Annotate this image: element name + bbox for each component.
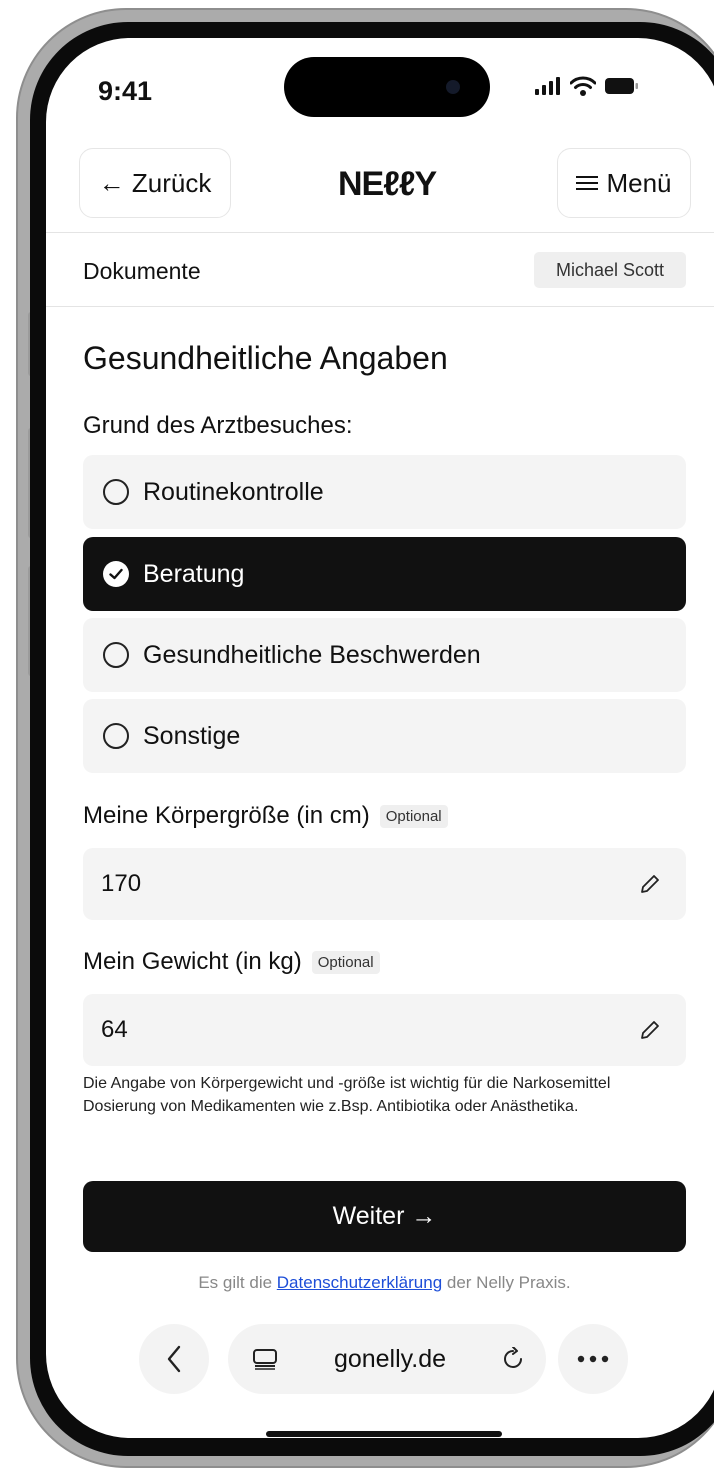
nelly-logo: NEℓℓY [338, 165, 437, 203]
back-label: ← Zurück [98, 167, 212, 198]
continue-button[interactable]: Weiter → [83, 1181, 686, 1252]
option-beratung[interactable]: Beratung [83, 537, 686, 611]
weight-input[interactable]: 64 [83, 994, 686, 1066]
option-routinekontrolle[interactable]: Routinekontrolle [83, 455, 686, 529]
url-text: gonelly.de [333, 1344, 447, 1373]
height-input[interactable]: 170 [83, 848, 686, 920]
more-button[interactable] [558, 1324, 628, 1394]
status-time: 9:41 [98, 76, 153, 106]
radio-icon [103, 479, 129, 505]
option-sonstige[interactable]: Sonstige [83, 699, 686, 773]
header-divider [46, 232, 714, 233]
weight-label: Mein Gewicht (in kg) [83, 948, 302, 975]
status-icons [535, 76, 639, 96]
browser-back-button[interactable] [139, 1324, 209, 1394]
form-title: Gesundheitliche Angaben [83, 340, 448, 376]
height-label-row: Meine Körpergröße (in cm) Optional [83, 802, 448, 830]
chevron-left-icon [167, 1345, 181, 1373]
radio-icon [103, 723, 129, 749]
menu-button[interactable]: Menü [557, 148, 691, 218]
reload-icon[interactable] [502, 1347, 524, 1371]
weight-label-row: Mein Gewicht (in kg) Optional [83, 948, 380, 976]
optional-badge: Optional [379, 804, 448, 828]
user-badge: Michael Scott [534, 252, 686, 288]
menu-label: Menü [606, 167, 672, 198]
reason-label: Grund des Arztbesuches: [83, 412, 353, 439]
wifi-icon [570, 76, 596, 96]
height-label: Meine Körpergröße (in cm) [83, 802, 370, 829]
back-button[interactable]: ← Zurück [79, 148, 231, 218]
radio-icon [103, 642, 129, 668]
more-dots-icon [577, 1355, 609, 1363]
section-title: Dokumente [83, 258, 201, 284]
privacy-note: Es gilt die Datenschutzerklärung der Nel… [83, 1273, 686, 1293]
option-gesundheitliche-beschwerden[interactable]: Gesundheitliche Beschwerden [83, 618, 686, 692]
address-bar[interactable]: gonelly.de [228, 1324, 546, 1394]
battery-icon [605, 78, 638, 94]
pencil-icon [641, 1021, 659, 1039]
continue-label: Weiter → [332, 1202, 437, 1230]
option-label: Sonstige [143, 721, 241, 750]
hamburger-icon [576, 176, 599, 190]
weight-value: 64 [101, 1016, 128, 1043]
subheader-divider [46, 306, 714, 307]
privacy-prefix: Es gilt die [198, 1273, 277, 1292]
check-circle-icon [103, 561, 129, 587]
option-label: Routinekontrolle [143, 477, 324, 506]
signal-icon [535, 77, 560, 95]
tabs-icon [253, 1349, 277, 1370]
option-label: Beratung [143, 559, 245, 588]
home-indicator [266, 1431, 502, 1437]
height-value: 170 [101, 870, 142, 897]
privacy-suffix: der Nelly Praxis. [442, 1273, 571, 1292]
camera-dot [446, 80, 460, 94]
privacy-link[interactable]: Datenschutzerklärung [277, 1273, 442, 1292]
dosage-note: Die Angabe von Körpergewicht und -größe … [83, 1075, 611, 1115]
optional-badge: Optional [311, 950, 380, 974]
option-label: Gesundheitliche Beschwerden [143, 640, 481, 669]
pencil-icon [641, 875, 659, 893]
